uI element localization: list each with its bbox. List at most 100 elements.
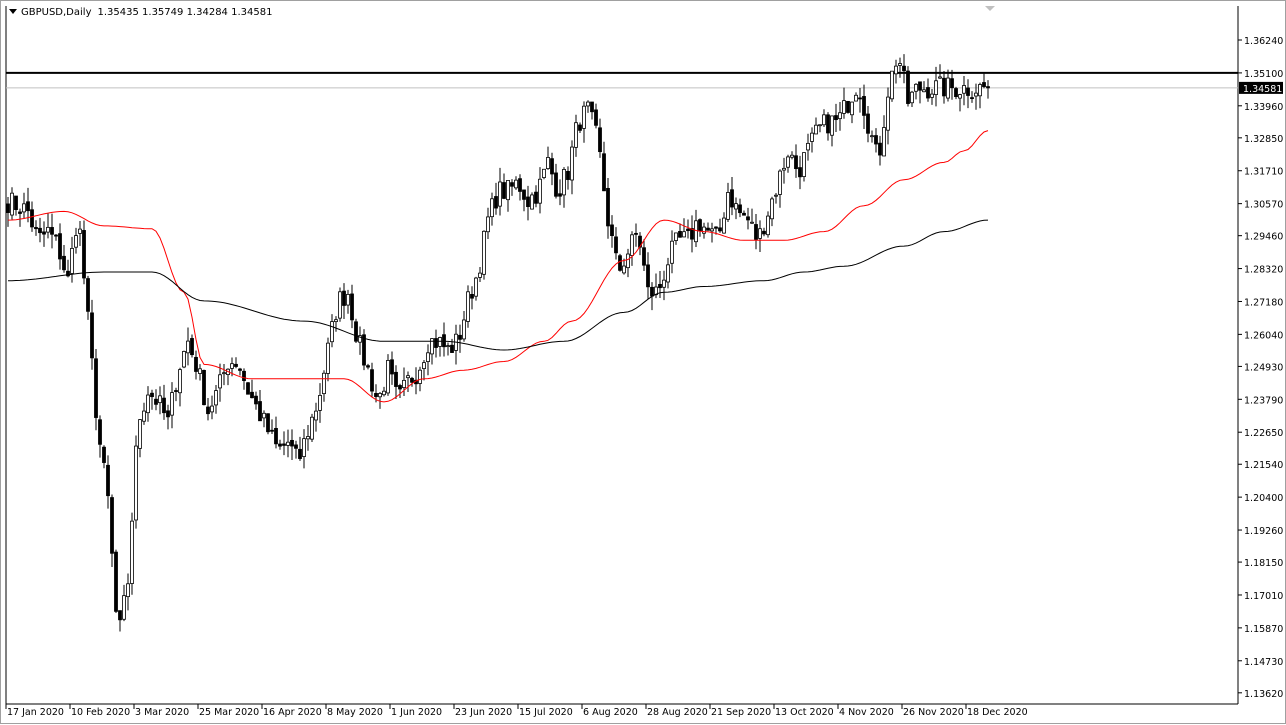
bear-candle	[878, 142, 882, 156]
candles	[6, 54, 990, 632]
bull-candle	[338, 291, 342, 319]
bear-candle	[550, 158, 554, 175]
bear-candle	[82, 230, 86, 279]
bull-candle	[498, 181, 502, 207]
bull-candle	[422, 362, 426, 370]
bear-candle	[534, 191, 538, 204]
bull-candle	[138, 419, 142, 449]
bear-candle	[754, 224, 758, 240]
bull-candle	[314, 410, 318, 421]
bull-candle	[870, 135, 874, 138]
bull-candle	[210, 405, 214, 413]
bear-candle	[86, 278, 90, 312]
bull-candle	[322, 372, 326, 395]
y-tick-label: 1.13620	[1244, 689, 1283, 700]
bear-candle	[174, 390, 178, 392]
bull-candle	[346, 293, 350, 306]
bear-candle	[206, 406, 210, 415]
bull-candle	[838, 112, 842, 120]
bull-candle	[302, 438, 306, 457]
bear-candle	[678, 231, 682, 238]
bear-candle	[90, 312, 94, 359]
x-tick-label: 18 Dec 2020	[967, 707, 1028, 718]
dropdown-triangle-icon[interactable]	[9, 9, 17, 14]
bull-candle	[630, 234, 634, 256]
bull-candle	[402, 379, 406, 389]
y-tick-label: 1.28320	[1244, 265, 1283, 276]
bear-candle	[374, 393, 378, 397]
bull-candle	[486, 216, 490, 233]
chart-window[interactable]: 1.36240 1.35100 1.33960 1.32850 1.31710 1.305…	[0, 0, 1286, 724]
bear-candle	[350, 293, 354, 321]
bear-candle	[618, 255, 622, 271]
bull-candle	[946, 77, 950, 99]
bear-candle	[902, 65, 906, 72]
bear-candle	[926, 87, 930, 99]
bull-candle	[958, 94, 962, 99]
price-chart[interactable]: 1.36240 1.35100 1.33960 1.32850 1.31710 1.305…	[1, 1, 1286, 725]
bull-candle	[722, 217, 726, 234]
bull-candle	[262, 412, 266, 419]
bull-candle	[810, 132, 814, 142]
bull-candle	[286, 441, 290, 446]
y-tick-label: 1.20400	[1244, 493, 1283, 504]
bear-candle	[826, 114, 830, 134]
bull-candle	[482, 230, 486, 275]
bear-candle	[650, 286, 654, 297]
bear-candle	[970, 97, 974, 100]
bull-candle	[674, 232, 678, 241]
bear-candle	[394, 371, 398, 387]
bull-candle	[622, 265, 626, 274]
x-tick-label: 17 Jan 2020	[7, 707, 64, 718]
bear-candle	[558, 193, 562, 197]
bear-candle	[942, 77, 946, 97]
bear-candle	[42, 231, 46, 235]
bear-candle	[266, 413, 270, 433]
y-tick-label: 1.29460	[1244, 232, 1283, 243]
bull-candle	[334, 319, 338, 323]
y-tick-label: 1.31710	[1244, 167, 1283, 178]
bear-candle	[686, 228, 690, 232]
bear-candle	[690, 228, 694, 240]
bear-candle	[234, 363, 238, 367]
bear-candle	[846, 100, 850, 113]
bull-candle	[910, 91, 914, 104]
bear-candle	[566, 170, 570, 180]
bear-candle	[18, 211, 22, 214]
bull-candle	[318, 395, 322, 411]
bear-candle	[390, 359, 394, 375]
bear-candle	[50, 227, 54, 235]
bull-candle	[222, 372, 226, 375]
bull-candle	[22, 203, 26, 213]
x-tick-label: 4 Nov 2020	[839, 707, 894, 718]
x-tick-label: 6 Aug 2020	[583, 707, 638, 718]
bear-candle	[370, 369, 374, 392]
bull-candle	[158, 395, 162, 404]
bull-candle	[574, 122, 578, 148]
bull-candle	[830, 115, 834, 136]
bull-candle	[938, 76, 942, 79]
ma200-line	[8, 219, 989, 351]
bear-candle	[606, 187, 610, 227]
bear-candle	[522, 189, 526, 200]
bear-candle	[114, 551, 118, 612]
y-tick-label: 1.35100	[1244, 69, 1283, 80]
bear-candle	[706, 227, 710, 231]
bull-candle	[74, 235, 78, 248]
symbol-label: GBPUSD,Daily	[21, 7, 92, 18]
bull-candle	[850, 101, 854, 116]
bear-candle	[202, 369, 206, 406]
bear-candle	[58, 233, 62, 260]
bull-candle	[570, 146, 574, 181]
bear-candle	[866, 113, 870, 134]
bear-candle	[162, 397, 166, 414]
bear-candle	[106, 464, 110, 497]
bear-candle	[730, 189, 734, 208]
y-tick-label: 1.23790	[1244, 395, 1283, 406]
bear-candle	[38, 227, 42, 234]
bear-candle	[342, 290, 346, 306]
bear-candle	[738, 204, 742, 214]
bear-candle	[494, 196, 498, 209]
bear-candle	[54, 234, 58, 237]
bull-candle	[70, 248, 74, 274]
